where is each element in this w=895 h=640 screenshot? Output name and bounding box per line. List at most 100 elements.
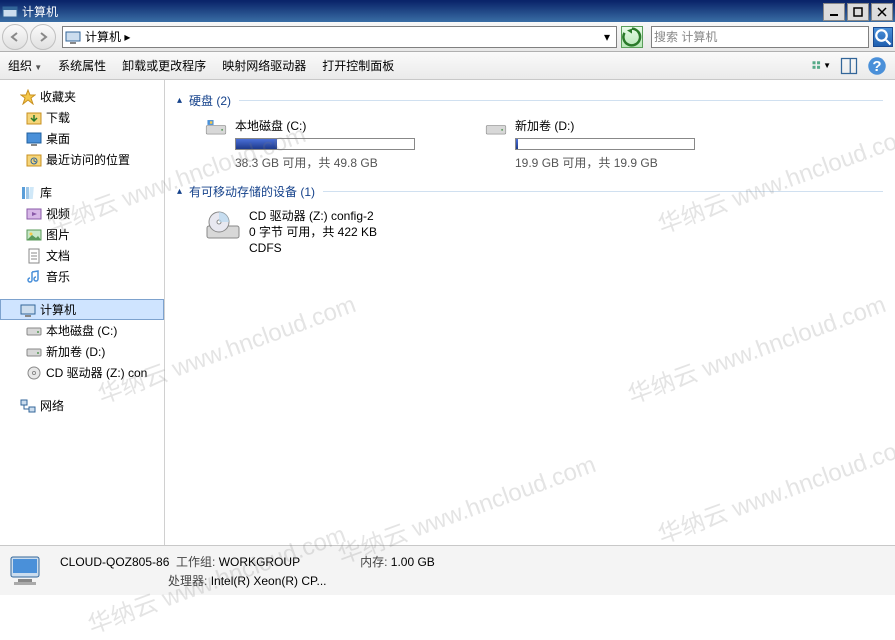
- sidebar-libraries[interactable]: 库: [0, 182, 164, 203]
- cpu-label: 处理器:: [168, 574, 207, 588]
- preview-pane-icon[interactable]: [839, 56, 859, 76]
- sidebar-item-label: 新加卷 (D:): [46, 343, 105, 360]
- sidebar-item-label: 计算机: [40, 301, 76, 318]
- search-input[interactable]: 搜索 计算机: [651, 26, 869, 48]
- drive-cd-z[interactable]: CD 驱动器 (Z:) config-2 0 字节 可用，共 422 KB CD…: [205, 208, 883, 256]
- system-properties-button[interactable]: 系统属性: [58, 57, 106, 74]
- sidebar-item-label: 图片: [46, 226, 70, 243]
- sidebar-item-documents[interactable]: 文档: [0, 245, 164, 266]
- collapse-icon[interactable]: ▴: [177, 186, 189, 197]
- divider: [323, 191, 883, 192]
- sidebar-item-label: 下载: [46, 109, 70, 126]
- sidebar-item-label: 桌面: [46, 130, 70, 147]
- capacity-bar: [235, 138, 415, 150]
- uninstall-programs-button[interactable]: 卸载或更改程序: [122, 57, 206, 74]
- status-memory: 1.00 GB: [391, 555, 435, 569]
- sidebar-item-local-disk-c[interactable]: 本地磁盘 (C:): [0, 320, 164, 341]
- favorites-icon: [20, 89, 36, 105]
- sidebar-item-label: 网络: [40, 397, 64, 414]
- sidebar-item-new-volume-d[interactable]: 新加卷 (D:): [0, 341, 164, 362]
- network-icon: [20, 398, 36, 414]
- computer-icon: [20, 302, 36, 318]
- navigation-pane: 收藏夹 下载 桌面 最近访问的位置 库 视频 图片 文档 音乐 计算机 本地磁盘…: [0, 80, 165, 545]
- drive-name: 新加卷 (D:): [515, 117, 695, 134]
- sidebar-item-recent[interactable]: 最近访问的位置: [0, 149, 164, 170]
- view-options-icon[interactable]: ▼: [811, 56, 831, 76]
- removable-line2: 0 字节 可用，共 422 KB: [249, 224, 377, 240]
- group-label: 硬盘 (2): [189, 92, 231, 109]
- group-header-removable[interactable]: ▴ 有可移动存储的设备 (1): [177, 183, 883, 200]
- details-pane: CLOUD-QOZ805-86 工作组: WORKGROUP 内存: 1.00 …: [0, 545, 895, 595]
- status-workgroup: WORKGROUP: [219, 555, 300, 569]
- help-icon[interactable]: ?: [867, 56, 887, 76]
- sidebar-item-music[interactable]: 音乐: [0, 266, 164, 287]
- removable-line1: CD 驱动器 (Z:) config-2: [249, 208, 377, 224]
- workgroup-label: 工作组:: [176, 555, 215, 569]
- documents-icon: [26, 248, 42, 264]
- maximize-button[interactable]: [847, 3, 869, 21]
- sidebar-item-label: CD 驱动器 (Z:) con: [46, 364, 147, 381]
- computer-large-icon: [8, 551, 48, 591]
- group-header-hdd[interactable]: ▴ 硬盘 (2): [177, 92, 883, 109]
- map-network-drive-button[interactable]: 映射网络驱动器: [222, 57, 306, 74]
- videos-icon: [26, 206, 42, 222]
- drive-local-c[interactable]: 本地磁盘 (C:) 38.3 GB 可用，共 49.8 GB: [205, 117, 415, 171]
- refresh-button[interactable]: [621, 26, 643, 48]
- sidebar-item-videos[interactable]: 视频: [0, 203, 164, 224]
- sidebar-item-label: 音乐: [46, 268, 70, 285]
- sidebar-item-label: 视频: [46, 205, 70, 222]
- drive-stats: 38.3 GB 可用，共 49.8 GB: [235, 154, 415, 171]
- pictures-icon: [26, 227, 42, 243]
- drive-stats: 19.9 GB 可用，共 19.9 GB: [515, 154, 695, 171]
- breadcrumb-dropdown-icon[interactable]: ▾: [600, 30, 614, 44]
- group-label: 有可移动存储的设备 (1): [189, 183, 315, 200]
- sidebar-network[interactable]: 网络: [0, 395, 164, 416]
- sidebar-item-label: 库: [40, 184, 52, 201]
- forward-button[interactable]: [30, 24, 56, 50]
- music-icon: [26, 269, 42, 285]
- search-placeholder: 搜索 计算机: [654, 28, 866, 45]
- address-bar[interactable]: 计算机 ▸ ▾: [62, 26, 617, 48]
- drive-new-volume-d[interactable]: 新加卷 (D:) 19.9 GB 可用，共 19.9 GB: [485, 117, 695, 171]
- capacity-bar: [515, 138, 695, 150]
- sidebar-item-pictures[interactable]: 图片: [0, 224, 164, 245]
- libraries-icon: [20, 185, 36, 201]
- minimize-button[interactable]: [823, 3, 845, 21]
- desktop-icon: [26, 131, 42, 147]
- sidebar-computer[interactable]: 计算机: [0, 299, 164, 320]
- sidebar-item-cd-drive-z[interactable]: CD 驱动器 (Z:) con: [0, 362, 164, 383]
- window-body: 收藏夹 下载 桌面 最近访问的位置 库 视频 图片 文档 音乐 计算机 本地磁盘…: [0, 80, 895, 545]
- app-icon: [2, 4, 18, 20]
- breadcrumb-text: 计算机 ▸: [85, 28, 600, 45]
- title-bar: 计算机: [0, 0, 895, 22]
- sidebar-favorites[interactable]: 收藏夹: [0, 86, 164, 107]
- sidebar-item-label: 本地磁盘 (C:): [46, 322, 117, 339]
- collapse-icon[interactable]: ▴: [177, 95, 189, 106]
- recent-icon: [26, 152, 42, 168]
- drive-icon: [26, 344, 42, 360]
- memory-label: 内存:: [360, 555, 387, 569]
- search-button[interactable]: [873, 27, 893, 47]
- sidebar-item-label: 最近访问的位置: [46, 151, 130, 168]
- content-pane: ▴ 硬盘 (2) 本地磁盘 (C:) 38.3 GB 可用，共 49.8 GB …: [165, 80, 895, 545]
- sidebar-item-downloads[interactable]: 下载: [0, 107, 164, 128]
- close-button[interactable]: [871, 3, 893, 21]
- window-controls: [823, 3, 893, 21]
- drive-icon: [205, 117, 227, 153]
- computer-icon: [65, 29, 81, 45]
- sidebar-item-label: 文档: [46, 247, 70, 264]
- status-cpu: Intel(R) Xeon(R) CP...: [211, 574, 327, 588]
- drive-icon: [26, 323, 42, 339]
- window-title: 计算机: [22, 3, 823, 20]
- command-bar: 组织 系统属性 卸载或更改程序 映射网络驱动器 打开控制面板 ▼ ?: [0, 52, 895, 80]
- sidebar-item-label: 收藏夹: [40, 88, 76, 105]
- svg-text:?: ?: [872, 58, 881, 75]
- removable-line3: CDFS: [249, 240, 377, 256]
- divider: [239, 100, 883, 101]
- sidebar-item-desktop[interactable]: 桌面: [0, 128, 164, 149]
- back-button[interactable]: [2, 24, 28, 50]
- drive-name: 本地磁盘 (C:): [235, 117, 415, 134]
- cd-drive-icon: [205, 208, 241, 244]
- open-control-panel-button[interactable]: 打开控制面板: [322, 57, 394, 74]
- organize-menu[interactable]: 组织: [8, 57, 42, 74]
